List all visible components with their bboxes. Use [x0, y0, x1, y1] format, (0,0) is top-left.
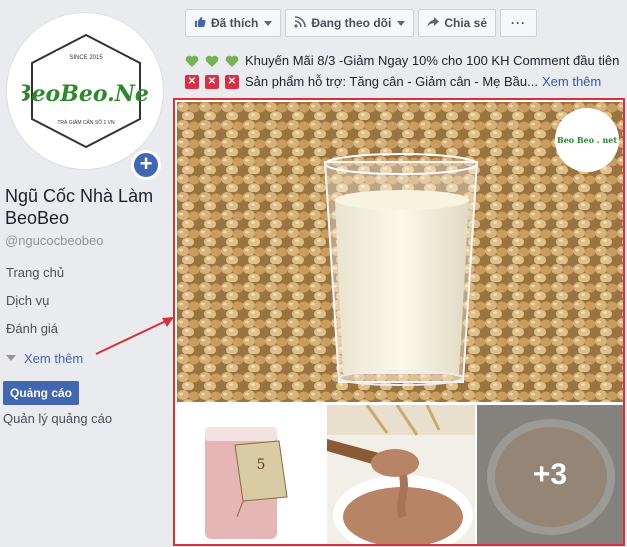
following-label: Đang theo dõi: [311, 16, 392, 30]
main-photo-soy-milk[interactable]: Beo Beo . net: [177, 102, 623, 402]
more-options-button[interactable]: ···: [500, 9, 538, 37]
page-name: Ngũ Cốc Nhà Làm BeoBeo: [5, 186, 154, 228]
annotation-arrow-icon: [95, 317, 174, 355]
thumb-cereal-spoon[interactable]: [327, 405, 475, 544]
logo-brand: BeoBeo.Net: [22, 81, 150, 107]
nav-see-more[interactable]: Xem thêm: [6, 349, 83, 367]
liked-label: Đã thích: [211, 16, 259, 30]
brand-logo: SINCE 2015 BeoBeo.Net TRÀ GIẢM CÂN SỐ 1 …: [22, 33, 150, 149]
post-promo-text: Khuyến Mãi 8/3 -Giảm Ngay 10% cho 100 KH…: [245, 53, 620, 68]
rss-icon: [294, 15, 307, 31]
share-label: Chia sẻ: [444, 16, 488, 30]
liked-button[interactable]: Đã thích: [185, 9, 282, 37]
profile-picture[interactable]: SINCE 2015 BeoBeo.Net TRÀ GIẢM CÂN SỐ 1 …: [6, 12, 164, 180]
share-arrow-icon: [427, 16, 440, 31]
product-jar-image: 5: [177, 405, 325, 544]
nav-item-reviews[interactable]: Đánh giá: [6, 321, 83, 349]
post-line-2: ✕ ✕ ✕ Sản phẩm hỗ trợ: Tăng cân - Giảm c…: [185, 71, 619, 92]
post-product-text: Sản phẩm hỗ trợ: Tăng cân - Giảm cân - M…: [245, 74, 538, 89]
cross-mark-icon: ✕: [225, 74, 239, 89]
post-photo-grid: Beo Beo . net 5 +3: [173, 98, 625, 546]
ads-manager-link[interactable]: Quản lý quảng cáo: [3, 411, 112, 426]
green-heart-icon: [185, 55, 199, 67]
post-text: Khuyến Mãi 8/3 -Giảm Ngay 10% cho 100 KH…: [185, 50, 619, 92]
thumb-powder-bowl[interactable]: +3: [477, 405, 623, 544]
cereal-spoon-image: [327, 405, 475, 544]
cross-mark-icon: ✕: [205, 74, 219, 89]
svg-text:5: 5: [257, 457, 266, 473]
more-photos-count: +3: [477, 405, 623, 544]
watermark-logo: Beo Beo . net: [555, 108, 619, 172]
add-photo-icon[interactable]: +: [131, 150, 161, 180]
green-heart-icon: [205, 55, 219, 67]
left-sidebar: SINCE 2015 BeoBeo.Net TRÀ GIẢM CÂN SỐ 1 …: [0, 0, 172, 547]
green-heart-icon: [225, 55, 239, 67]
chevron-down-icon: [397, 20, 406, 26]
nav-item-home[interactable]: Trang chủ: [6, 265, 83, 293]
promote-button[interactable]: Quảng cáo: [3, 381, 79, 405]
post-line-1: Khuyến Mãi 8/3 -Giảm Ngay 10% cho 100 KH…: [185, 50, 619, 71]
share-button[interactable]: Chia sẻ: [418, 9, 497, 37]
logo-since: SINCE 2015: [69, 55, 103, 61]
thumbs-up-icon: [194, 16, 206, 31]
nav-see-more-label: Xem thêm: [24, 350, 84, 366]
post-see-more-link[interactable]: Xem thêm: [542, 71, 601, 92]
caret-down-icon: [6, 355, 16, 361]
page-handle[interactable]: @ngucocbeobeo: [5, 233, 104, 248]
nav-item-services[interactable]: Dịch vụ: [6, 293, 83, 321]
following-button[interactable]: Đang theo dõi: [285, 9, 415, 37]
page-action-bar: Đã thích Đang theo dõi Chia sẻ ···: [185, 9, 541, 37]
cross-mark-icon: ✕: [185, 74, 199, 89]
thumb-product-jar[interactable]: 5: [177, 405, 325, 544]
logo-slogan: TRÀ GIẢM CÂN SỐ 1 VN: [57, 119, 115, 126]
page-nav: Trang chủ Dịch vụ Đánh giá Xem thêm: [6, 265, 83, 367]
chevron-down-icon: [264, 20, 273, 26]
